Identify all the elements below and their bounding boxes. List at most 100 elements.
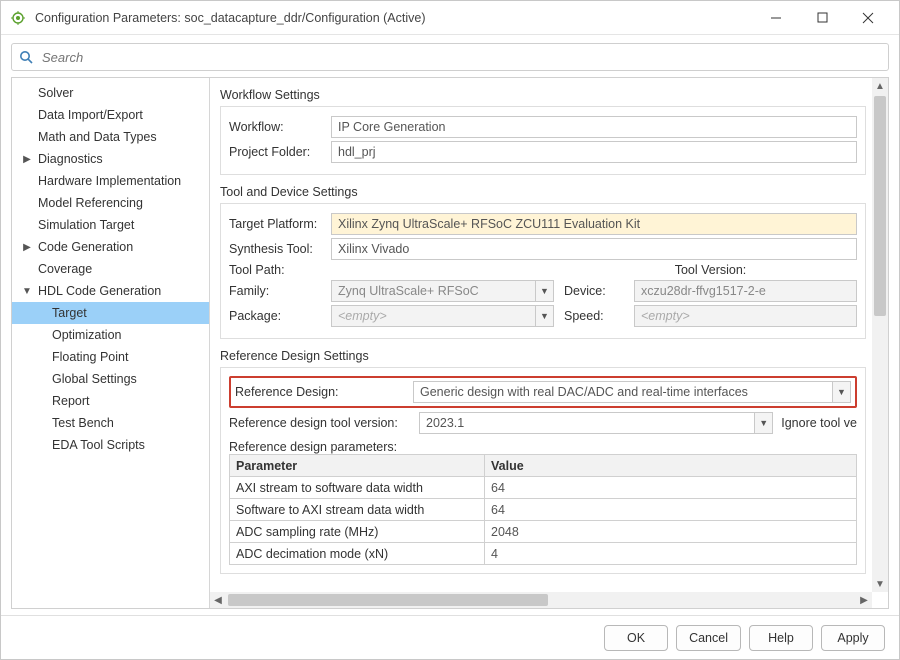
family-dropdown[interactable]: Zynq UltraScale+ RFSoC ▼ [331,280,554,302]
ref-params-label: Reference design parameters: [229,440,857,454]
nav-item-eda-tool-scripts[interactable]: EDA Tool Scripts [12,434,209,456]
ref-section-title: Reference Design Settings [220,349,866,363]
tool-path-label: Tool Path: [229,263,331,277]
ref-design-group: Reference Design: Generic design with re… [220,367,866,574]
search-bar[interactable] [11,43,889,71]
scroll-thumb[interactable] [228,594,548,606]
param-header: Parameter [230,455,485,477]
scroll-left-icon[interactable]: ◀ [210,595,226,606]
synth-tool-field[interactable]: Xilinx Vivado [331,238,857,260]
param-name: ADC decimation mode (xN) [230,543,485,565]
scroll-right-icon[interactable]: ▶ [856,595,872,606]
nav-item-data-import-export[interactable]: Data Import/Export [12,104,209,126]
search-input[interactable] [40,49,882,66]
project-folder-label: Project Folder: [229,145,331,159]
nav-item-label: Simulation Target [38,218,134,232]
ref-toolver-dropdown[interactable]: 2023.1 ▼ [419,412,773,434]
family-label: Family: [229,284,331,298]
nav-item-global-settings[interactable]: Global Settings [12,368,209,390]
table-row[interactable]: ADC sampling rate (MHz)2048 [230,521,857,543]
ok-button[interactable]: OK [604,625,668,651]
chevron-down-icon[interactable]: ▼ [535,306,553,326]
speed-field[interactable]: <empty> [634,305,857,327]
nav-item-test-bench[interactable]: Test Bench [12,412,209,434]
param-value[interactable]: 64 [485,477,857,499]
chevron-down-icon[interactable]: ▼ [535,281,553,301]
nav-item-label: HDL Code Generation [38,284,161,298]
workflow-section-title: Workflow Settings [220,88,866,102]
nav-item-diagnostics[interactable]: ▶Diagnostics [12,148,209,170]
device-field[interactable]: xczu28dr-ffvg1517-2-e [634,280,857,302]
nav-item-coverage[interactable]: Coverage [12,258,209,280]
param-name: Software to AXI stream data width [230,499,485,521]
nav-item-floating-point[interactable]: Floating Point [12,346,209,368]
maximize-button[interactable] [799,3,845,33]
param-value[interactable]: 64 [485,499,857,521]
workflow-label: Workflow: [229,120,331,134]
value-header: Value [485,455,857,477]
nav-item-report[interactable]: Report [12,390,209,412]
horizontal-scrollbar[interactable]: ◀ ▶ [210,592,872,608]
help-button[interactable]: Help [749,625,813,651]
synth-tool-label: Synthesis Tool: [229,242,331,256]
nav-item-target[interactable]: Target [12,302,209,324]
tree-expander-icon[interactable]: ▼ [22,283,32,301]
param-name: ADC sampling rate (MHz) [230,521,485,543]
package-dropdown[interactable]: <empty> ▼ [331,305,554,327]
nav-item-label: Global Settings [52,372,137,386]
nav-item-label: Optimization [52,328,121,342]
ignore-tool-label: Ignore tool ve [773,416,857,430]
device-label: Device: [554,284,634,298]
close-button[interactable] [845,3,891,33]
apply-button[interactable]: Apply [821,625,885,651]
table-row[interactable]: AXI stream to software data width64 [230,477,857,499]
ref-design-label: Reference Design: [235,385,413,399]
nav-item-code-generation[interactable]: ▶Code Generation [12,236,209,258]
tree-expander-icon[interactable]: ▶ [22,151,32,169]
minimize-button[interactable] [753,3,799,33]
tool-version-label: Tool Version: [554,263,857,277]
config-params-window: Configuration Parameters: soc_datacaptur… [0,0,900,660]
ref-design-highlight: Reference Design: Generic design with re… [229,376,857,408]
scroll-thumb[interactable] [874,96,886,316]
nav-item-label: Target [52,306,87,320]
nav-item-label: Coverage [38,262,92,276]
nav-item-hdl-code-generation[interactable]: ▼ HDL Code Generation [12,280,209,302]
workflow-field[interactable]: IP Core Generation [331,116,857,138]
chevron-down-icon[interactable]: ▼ [832,382,850,402]
ref-toolver-label: Reference design tool version: [229,416,419,430]
category-tree[interactable]: SolverData Import/Export Math and Data Ty… [12,78,210,608]
nav-item-optimization[interactable]: Optimization [12,324,209,346]
tree-expander-icon[interactable]: ▶ [22,239,32,257]
scroll-down-icon[interactable]: ▼ [875,576,885,592]
param-value[interactable]: 2048 [485,521,857,543]
scroll-up-icon[interactable]: ▲ [875,78,885,94]
vertical-scrollbar[interactable]: ▲ ▼ [872,78,888,592]
app-icon [9,9,27,27]
tool-group: Target Platform: Xilinx Zynq UltraScale+… [220,203,866,339]
nav-item-label: Math and Data Types [38,130,157,144]
nav-item-label: Hardware Implementation [38,174,181,188]
tool-section-title: Tool and Device Settings [220,185,866,199]
project-folder-field[interactable]: hdl_prj [331,141,857,163]
nav-item-label: Model Referencing [38,196,143,210]
speed-label: Speed: [554,309,634,323]
nav-item-math-and-data-types[interactable]: Math and Data Types [12,126,209,148]
param-value[interactable]: 4 [485,543,857,565]
nav-item-solver[interactable]: Solver [12,82,209,104]
settings-pane: Workflow Settings Workflow: IP Core Gene… [210,78,888,608]
nav-item-hardware-implementation[interactable]: Hardware Implementation [12,170,209,192]
cancel-button[interactable]: Cancel [676,625,741,651]
target-platform-field[interactable]: Xilinx Zynq UltraScale+ RFSoC ZCU111 Eva… [331,213,857,235]
nav-item-model-referencing[interactable]: Model Referencing [12,192,209,214]
chevron-down-icon[interactable]: ▼ [754,413,772,433]
window-title: Configuration Parameters: soc_datacaptur… [35,11,426,25]
table-row[interactable]: ADC decimation mode (xN)4 [230,543,857,565]
ref-design-dropdown[interactable]: Generic design with real DAC/ADC and rea… [413,381,851,403]
content-body: SolverData Import/Export Math and Data Ty… [11,77,889,609]
dialog-footer: OK Cancel Help Apply [1,615,899,659]
param-name: AXI stream to software data width [230,477,485,499]
table-row[interactable]: Software to AXI stream data width64 [230,499,857,521]
titlebar: Configuration Parameters: soc_datacaptur… [1,1,899,35]
nav-item-simulation-target[interactable]: Simulation Target [12,214,209,236]
